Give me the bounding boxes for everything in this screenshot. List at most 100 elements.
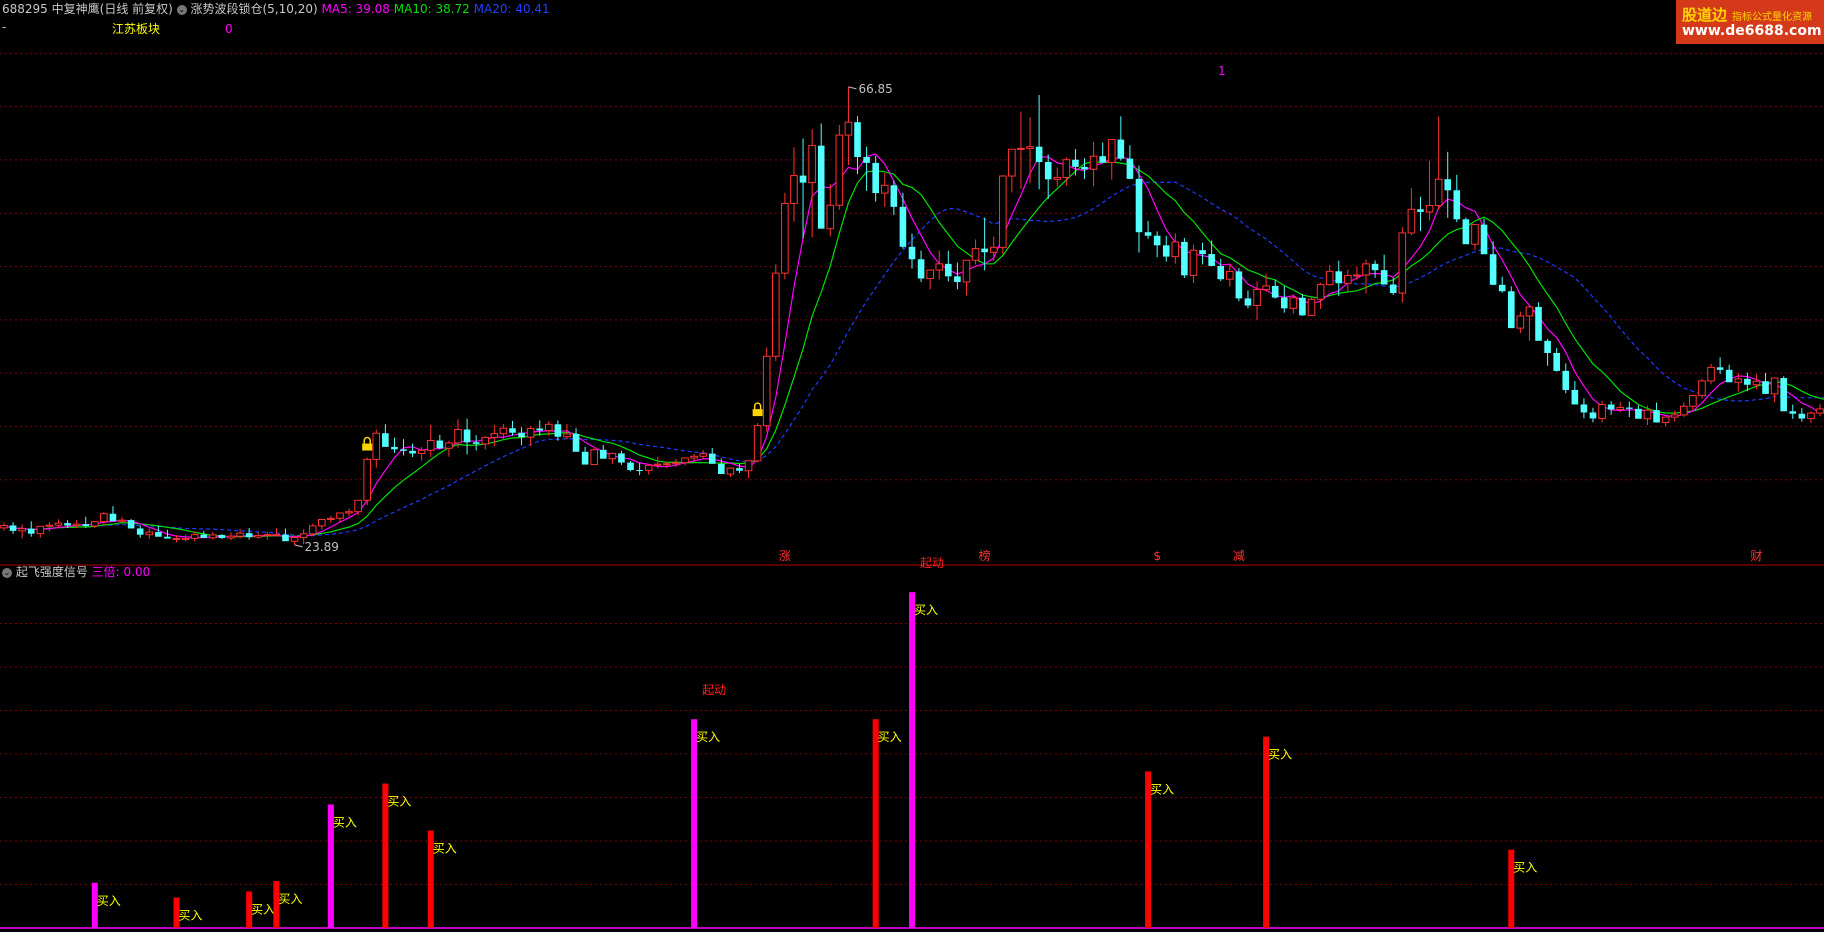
candle [1453, 174, 1461, 223]
candle [363, 457, 371, 506]
candle [890, 180, 898, 215]
candle-body [490, 433, 499, 438]
candle [790, 147, 798, 222]
candle [1425, 160, 1434, 221]
candle [1525, 304, 1534, 341]
candle-body [1535, 306, 1542, 341]
lock-shackle [363, 436, 371, 444]
candle-body [536, 428, 544, 431]
candle-body [826, 204, 835, 230]
candle [753, 423, 762, 463]
candle-body [917, 259, 925, 279]
candle-body [636, 470, 643, 472]
candle-body [1744, 378, 1751, 385]
lock-icon [752, 402, 763, 417]
candle [708, 447, 716, 464]
candle-body [762, 355, 771, 427]
candle-body [1498, 284, 1506, 292]
candle-body [1407, 208, 1416, 234]
candle-body [1789, 411, 1797, 414]
brand-url: www.de6688.com [1682, 23, 1822, 39]
indicator-name[interactable]: 涨势波段锁仓(5,10,20) [191, 2, 318, 16]
chart-canvas: 66.8523.891涨榜 $ 减财 买入买入 买入买入买入买入买入买入起动买入买入起… [0, 52, 1824, 929]
candle [1780, 376, 1787, 412]
candle-body [772, 272, 780, 357]
candle-body [1026, 146, 1034, 149]
candle-body [236, 532, 244, 537]
candle-body [463, 429, 471, 443]
candle-body [971, 248, 980, 261]
candle-body [1072, 159, 1079, 167]
candle [1325, 264, 1334, 286]
candle [608, 452, 617, 465]
candle-body [445, 442, 453, 449]
candle-body [1670, 414, 1679, 418]
sub-chart-title[interactable]: 起飞强度信号 [16, 565, 88, 579]
candle [808, 129, 816, 238]
candle-body [1653, 410, 1660, 423]
candle-body [1444, 179, 1452, 191]
brand-logo[interactable]: 股道边 指标公式量化资源 www.de6688.com [1676, 0, 1824, 44]
candle-body [1081, 166, 1088, 170]
lock-shackle [753, 402, 762, 410]
start-signal-label: 起动 [702, 683, 726, 697]
candle [1280, 286, 1288, 313]
candle-body [345, 511, 353, 514]
candle [1661, 416, 1670, 427]
buy-signal-label: 买入 [1150, 782, 1174, 796]
candle-body [599, 449, 607, 459]
candle [1643, 405, 1652, 426]
candle-body [954, 276, 961, 282]
candle-body [863, 157, 870, 163]
candle [1407, 188, 1416, 236]
candle [1535, 302, 1542, 341]
candle-body [299, 533, 308, 539]
candle-body [1280, 297, 1288, 309]
candle [1271, 279, 1279, 299]
candle-body [1035, 146, 1043, 162]
candle-body [109, 513, 117, 522]
candle-body [644, 464, 653, 471]
candle-body [1235, 271, 1243, 299]
candle-body [608, 452, 617, 460]
collapse-icon[interactable]: ⌄ [2, 567, 12, 578]
candle-body [409, 450, 416, 454]
candle-body [118, 519, 126, 522]
candle [1199, 242, 1206, 265]
candle [272, 528, 281, 537]
candle [1689, 394, 1697, 411]
candle-body [545, 423, 553, 431]
candle [227, 532, 235, 541]
candle [1707, 363, 1715, 385]
lock-body [752, 409, 763, 417]
candle-body [1707, 366, 1715, 382]
candle-body [0, 524, 8, 529]
collapse-icon[interactable]: ⌄ [176, 4, 187, 15]
ma10-line [3, 160, 1824, 538]
candle [245, 527, 253, 540]
candle [826, 183, 835, 237]
period-label[interactable]: (日线 前复权) [100, 2, 173, 16]
candle [1171, 233, 1180, 264]
candle-body [1553, 352, 1560, 371]
candle-body [155, 532, 162, 537]
candle-body [1626, 407, 1633, 409]
candle [1553, 347, 1560, 372]
candle-body [391, 446, 398, 450]
candle-body [736, 468, 743, 471]
candle [1398, 227, 1407, 303]
candle [391, 437, 398, 454]
candle-body [1208, 254, 1215, 266]
high-pointer [848, 86, 857, 90]
candle-body [1689, 394, 1697, 407]
candle [1716, 357, 1724, 374]
candle [572, 428, 580, 452]
candle-body [72, 523, 81, 527]
candle-body [336, 512, 344, 519]
candle-body [653, 463, 662, 466]
candle-body [808, 145, 816, 184]
event-marker: $ [1153, 549, 1161, 563]
candle [1807, 411, 1815, 424]
candle [1653, 402, 1660, 423]
sub-chart-header: ⌄ 起飞强度信号 三倍: 0.00 [2, 565, 150, 579]
